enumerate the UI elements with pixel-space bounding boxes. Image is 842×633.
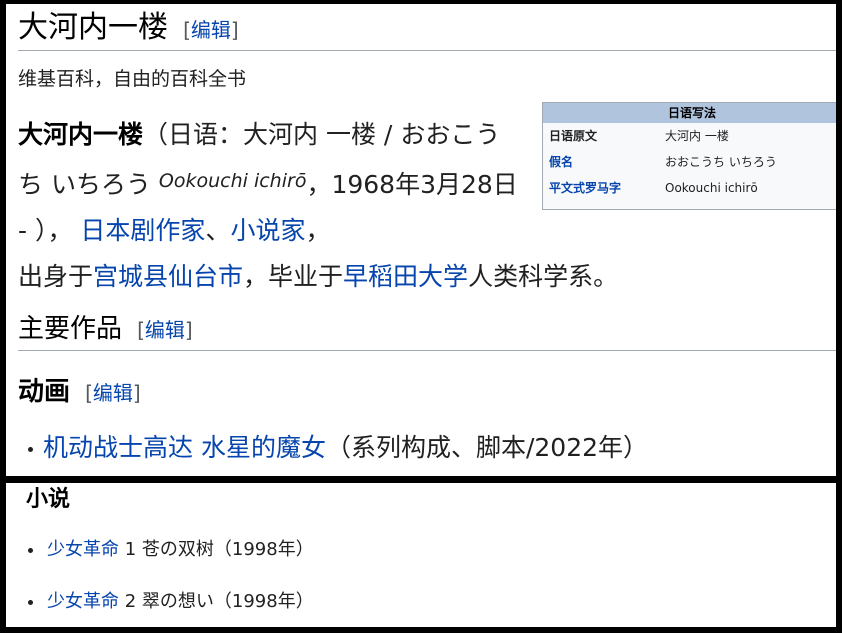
novel-note: 1 苍の双树（1998年）	[119, 539, 314, 560]
infobox-row-kana: 假名 おおこうち いちろう	[543, 149, 836, 175]
lead-dept: 人类科学系。	[468, 262, 619, 291]
article-bottom-panel: 小说 少女革命 1 苍の双树（1998年） 少女革命 2 翠の想い（1998年）	[6, 483, 836, 627]
lead-slash: /	[375, 120, 401, 149]
list-item: 少女革命 1 苍の双树（1998年）	[28, 535, 314, 565]
list-item: 机动战士高达 水星的魔女（系列构成、脚本/2022年）	[28, 428, 648, 468]
lead-sep: 、	[205, 216, 231, 245]
title-edit-link[interactable]: 编辑	[191, 18, 231, 42]
subsection-heading-anime: 动画 [编辑]	[18, 372, 141, 412]
lead-paren: （日语：	[143, 120, 244, 149]
title-edit-section: [编辑]	[183, 18, 239, 42]
lead-comma: ，	[305, 216, 331, 245]
infobox-row-original: 日语原文 大河内 一楼	[543, 123, 836, 149]
novel-link[interactable]: 少女革命	[47, 539, 119, 560]
article-top-panel: 大河内一楼 [编辑] 维基百科，自由的百科全书 大河内一楼（日语：大河内 一楼 …	[6, 4, 836, 476]
infobox-key-link[interactable]: 假名	[543, 149, 665, 175]
novel-link[interactable]: 少女革命	[47, 591, 119, 612]
link-novelist[interactable]: 小说家	[230, 216, 305, 245]
page-heading: 大河内一楼 [编辑]	[18, 6, 836, 51]
section-title-works: 主要作品	[18, 314, 123, 344]
list-item: 少女革命 2 翠の想い（1998年）	[28, 587, 314, 617]
infobox-key: 日语原文	[549, 129, 598, 143]
lead-ja-name: 大河内 一楼	[243, 120, 376, 149]
bullet-icon	[28, 599, 33, 605]
infobox-value: 大河内 一楼	[665, 129, 729, 143]
site-tagline: 维基百科，自由的百科全书	[18, 68, 247, 90]
section-heading-works: 主要作品 [编辑]	[18, 308, 836, 351]
infobox-value: おおこうち いちろう	[665, 155, 777, 169]
anime-edit-section: [编辑]	[85, 381, 141, 405]
bullet-icon	[28, 547, 33, 553]
subject-name: 大河内一楼	[18, 120, 144, 149]
lead-grad-prefix: ，毕业于	[243, 262, 344, 291]
infobox-japanese: 日语写法 日语原文 大河内 一楼 假名 おおこうち いちろう 平文式罗马字 Oo…	[542, 102, 836, 210]
page-title: 大河内一楼	[18, 10, 168, 45]
subsection-title-anime: 动画	[18, 377, 71, 407]
work-note: （系列构成、脚本/2022年）	[325, 433, 648, 462]
works-edit-link[interactable]: 编辑	[145, 318, 185, 342]
infobox-key-link[interactable]: 平文式罗马字	[543, 175, 665, 201]
lead-romaji: Ookouchi ichirō	[158, 170, 307, 192]
infobox-header: 日语写法	[543, 103, 836, 123]
works-edit-section: [编辑]	[137, 318, 193, 342]
lead-paragraph: 大河内一楼（日语：大河内 一楼 / おおこうち いちろう Ookouchi ic…	[18, 112, 618, 300]
infobox-value: Ookouchi ichirō	[665, 181, 758, 195]
lead-born-prefix: 出身于	[18, 262, 94, 291]
link-waseda[interactable]: 早稻田大学	[343, 262, 468, 291]
infobox-row-romaji: 平文式罗马字 Ookouchi ichirō	[543, 175, 836, 201]
novel-note: 2 翠の想い（1998年）	[119, 591, 314, 612]
anime-edit-link[interactable]: 编辑	[93, 381, 133, 405]
subsection-title-novel: 小说	[26, 487, 71, 512]
work-link[interactable]: 机动战士高达 水星的魔女	[43, 433, 326, 462]
bullet-icon	[28, 446, 33, 452]
lead-last-line: 出身于宫城县仙台市，毕业于早稻田大学人类科学系。	[18, 254, 718, 300]
link-sendai[interactable]: 宫城县仙台市	[93, 262, 243, 291]
link-screenwriter[interactable]: 日本剧作家	[80, 216, 205, 245]
